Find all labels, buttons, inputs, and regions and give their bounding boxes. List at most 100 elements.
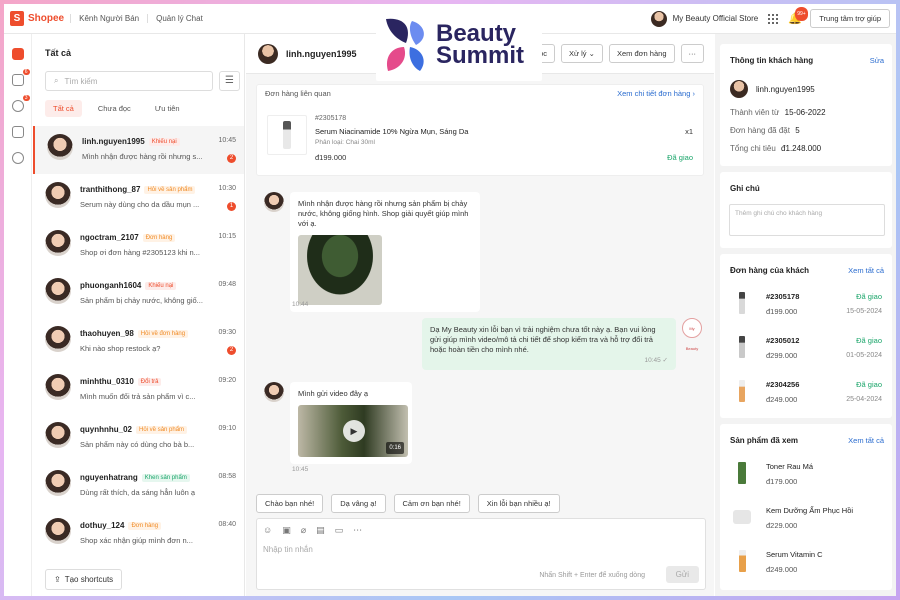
conversation-preview: Serum này dùng cho da dầu mụn ... — [80, 200, 200, 209]
shopee-logo[interactable]: S Shopee — [10, 11, 64, 26]
product-thumbnail — [730, 376, 754, 406]
conversation-time: 09:30 — [218, 329, 236, 336]
order-id: #2305178 — [315, 115, 347, 122]
composer-toolbar: ☺ ▣ ⌀ ▤ ▭ ⋯ — [263, 525, 362, 536]
conversation-item[interactable]: linh.nguyen1995 Khiếu nại Mình nhận được … — [33, 126, 244, 174]
attached-photo[interactable] — [298, 235, 382, 305]
order-date: 15-05-2024 — [846, 308, 882, 315]
avatar — [45, 182, 71, 208]
chip-unread[interactable]: Chưa đọc — [89, 100, 139, 117]
conversation-preview: Mình nhận được hàng rồi nhưng s... — [82, 152, 203, 161]
conversation-tag: Khen sản phẩm — [141, 473, 190, 482]
notifications-nav-icon[interactable]: 3 — [11, 95, 30, 112]
upload-icon: ⇪ — [54, 575, 61, 584]
conversation-item[interactable]: dothuy_124 Đơn hàng Shop xác nhận giúp mì… — [33, 510, 244, 558]
message-input-placeholder[interactable]: Nhập tin nhắn — [263, 545, 313, 554]
butterfly-logo-icon — [386, 18, 424, 71]
quick-reply[interactable]: Chào bạn nhé! — [256, 494, 324, 513]
avatar — [45, 278, 71, 304]
order-row[interactable]: #2305178 đ199.000 Đã giao 15-05-2024 — [730, 288, 882, 328]
conversation-list: Tất cả ⌕ Tìm kiếm ☰ Tất cả Chưa đọc Ưu t… — [33, 34, 245, 596]
search-placeholder: Tìm kiếm — [64, 76, 98, 86]
help-center-button[interactable]: Trung tâm trợ giúp — [810, 9, 890, 28]
template-icon[interactable]: ▭ — [335, 525, 344, 536]
order-date: 01-05-2024 — [846, 352, 882, 359]
search-input[interactable]: ⌕ Tìm kiếm — [45, 71, 213, 91]
unread-badge: 1 — [227, 202, 236, 211]
more-icon[interactable]: ⋯ — [353, 525, 362, 536]
attached-video[interactable]: ▶ 0:16 — [298, 405, 408, 457]
app-window: S Shopee Kênh Người Bán Quản lý Chat My … — [4, 4, 896, 596]
order-row[interactable]: #2304256 đ249.000 Đã giao 25-04-2024 — [730, 376, 882, 416]
product-icon[interactable]: ▤ — [316, 525, 325, 536]
attachment-icon[interactable]: ⌀ — [301, 525, 306, 536]
conversation-item[interactable]: phuonganh1604 Khiếu nại Sản phẩm bị chảy … — [33, 270, 244, 318]
quick-reply[interactable]: Xin lỗi bạn nhiều ạ! — [477, 494, 560, 513]
serum-bottle-icon — [283, 121, 291, 149]
conversation-item[interactable]: thaohuyen_98 Hỏi về đơn hàng Khi nào shop… — [33, 318, 244, 366]
notifications-badge: 3 — [22, 95, 30, 101]
camera-nav-icon[interactable] — [11, 126, 24, 138]
conversation-time: 10:15 — [218, 233, 236, 240]
related-order-title: Đơn hàng liên quan — [265, 89, 331, 98]
orders-nav-icon[interactable]: 6 — [11, 69, 30, 86]
quick-reply[interactable]: Cảm ơn bạn nhé! — [393, 494, 470, 513]
conversation-time: 10:30 — [218, 185, 236, 192]
conversation-item[interactable]: nguyenhatrang Khen sản phẩm Dùng rất thíc… — [33, 462, 244, 510]
order-row[interactable]: #2305012 đ299.000 Đã giao 01-05-2024 — [730, 332, 882, 372]
edit-customer-link[interactable]: Sửa — [870, 56, 884, 65]
conversation-item[interactable]: minhthu_0310 Đổi trả Mình muốn đổi trả sả… — [33, 366, 244, 414]
notes-field[interactable]: Thêm ghi chú cho khách hàng — [729, 204, 885, 236]
left-rail: 6 3 — [4, 34, 32, 596]
message-composer[interactable]: ☺ ▣ ⌀ ▤ ▭ ⋯ Nhập tin nhắn Nhấn Shift + E… — [256, 518, 706, 590]
order-detail-link[interactable]: Xem chi tiết đơn hàng › — [617, 89, 695, 98]
conversation-tag: Hỏi về đơn hàng — [137, 329, 189, 338]
chip-priority[interactable]: Ưu tiên — [146, 100, 188, 117]
customer-info-panel: Thông tin khách hàng Sửa linh.nguyen1995… — [715, 34, 896, 596]
quick-reply[interactable]: Dạ vâng ạ! — [331, 494, 386, 513]
viewed-product-row[interactable]: Toner Rau Má đ179.000 — [730, 458, 882, 498]
product-variant: Phân loại: Chai 30ml — [315, 139, 375, 146]
top-nav: Kênh Người Bán Quản lý Chat — [70, 14, 211, 23]
process-dropdown[interactable]: Xử lý ⌄ — [561, 44, 603, 63]
emoji-icon[interactable]: ☺ — [263, 525, 272, 536]
conversation-preview: Sản phẩm bị chảy nước, không giố... — [80, 296, 203, 305]
customer-avatar — [264, 382, 284, 402]
conversation-item[interactable]: quynhnhu_02 Hỏi về sản phẩm Sản phẩm này … — [33, 414, 244, 462]
conversation-time: 09:10 — [218, 425, 236, 432]
quick-replies: Chào bạn nhé! Dạ vâng ạ! Cảm ơn bạn nhé!… — [256, 494, 560, 513]
conversation-preview: Shop ơi đơn hàng #2305123 khi n... — [80, 248, 200, 257]
conversation-item[interactable]: tranthithong_87 Hỏi về sản phẩm Serum này… — [33, 174, 244, 222]
send-button[interactable]: Gửi — [665, 566, 699, 583]
view-orders-button[interactable]: Xem đơn hàng — [608, 44, 675, 63]
shop-avatar: My Beauty — [682, 318, 702, 351]
create-shortcuts-button[interactable]: ⇪ Tạo shortcuts — [45, 569, 123, 590]
nav-chat-management[interactable]: Quản lý Chat — [147, 14, 211, 23]
conversation-list-title: Tất cả — [45, 48, 72, 58]
nav-seller-channel[interactable]: Kênh Người Bán — [70, 14, 147, 23]
customer-info-card: Thông tin khách hàng Sửa linh.nguyen1995… — [720, 44, 892, 166]
chat-nav-icon[interactable] — [11, 48, 24, 60]
viewed-product-row[interactable]: Kem Dưỡng Ẩm Phục Hồi đ229.000 — [730, 502, 882, 542]
view-all-viewed-link[interactable]: Xem tất cả — [848, 436, 884, 445]
viewed-product-row[interactable]: Serum Vitamin C đ249.000 — [730, 546, 882, 586]
related-order-card: Đơn hàng liên quan Xem chi tiết đơn hàng… — [256, 84, 704, 176]
shop-message: Dạ My Beauty xin lỗi bạn vì trải nghiệm … — [422, 318, 676, 370]
more-options-button[interactable]: ··· — [680, 44, 704, 63]
apps-grid-icon[interactable] — [768, 13, 779, 24]
avatar — [45, 518, 71, 544]
conversation-preview: Mình muốn đổi trả sản phẩm vì c... — [80, 392, 196, 401]
conversation-item[interactable]: ngoctram_2107 Đơn hàng Shop ơi đơn hàng #… — [33, 222, 244, 270]
bell-icon[interactable]: 🔔 99+ — [788, 6, 808, 25]
play-icon[interactable]: ▶ — [343, 420, 365, 442]
chat-customer-name: linh.nguyen1995 — [286, 48, 357, 59]
chip-all[interactable]: Tất cả — [45, 100, 82, 117]
orders-badge: 6 — [22, 69, 30, 75]
customer-name: linh.nguyen1995 — [756, 85, 815, 94]
image-icon[interactable]: ▣ — [282, 525, 291, 536]
filter-settings-icon[interactable]: ☰ — [219, 71, 240, 91]
users-nav-icon[interactable] — [11, 152, 24, 164]
view-all-orders-link[interactable]: Xem tất cả — [848, 266, 884, 275]
customer-orders-title: Đơn hàng của khách — [730, 266, 810, 275]
shop-account[interactable]: My Beauty Official Store — [650, 10, 758, 27]
